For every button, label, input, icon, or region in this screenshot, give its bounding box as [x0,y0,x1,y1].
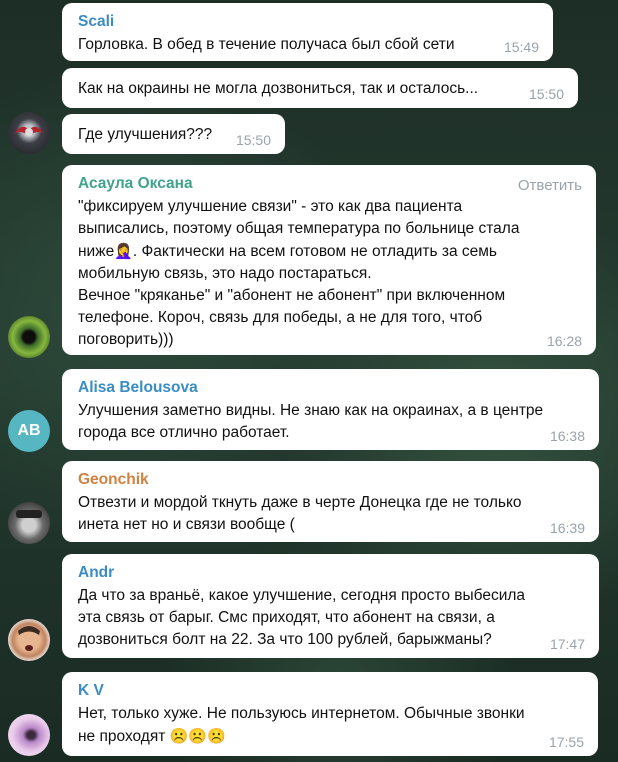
message-bubble[interactable]: Scali Горловка. В обед в течение получас… [62,3,553,61]
message-time: 15:50 [528,86,564,102]
message-time: 17:47 [549,636,585,652]
sender-name[interactable]: K V [78,681,583,701]
user-avatar[interactable] [8,619,50,661]
sad-face-emoji-icon: ☹️☹️☹️ [169,727,226,745]
message-text: Как на окраины не могла дозвониться, так… [78,80,479,97]
message-bubble[interactable]: Где улучшения??? 15:50 [62,114,285,154]
message-text: Горловка. В обед в течение получаса был … [78,36,455,53]
sender-name[interactable]: Alisa Belousova [78,378,584,398]
message-text: Отвезти и мордой ткнуть даже в черте Дон… [78,494,522,533]
message-text: Да что за враньё, какое улучшение, сегод… [78,587,526,648]
reply-button[interactable]: Ответить [518,175,582,197]
message-bubble[interactable]: K V Нет, только хуже. Не пользуюсь интер… [62,672,598,756]
message-text: Улучшения заметно видны. Не знаю как на … [78,402,544,441]
message-time: 16:39 [549,520,585,536]
user-avatar[interactable] [8,112,50,154]
message-text: Нет, только хуже. Не пользуюсь интернето… [78,705,525,745]
message-time: 16:28 [546,333,582,349]
user-avatar[interactable] [8,502,50,544]
user-avatar[interactable]: AB [8,410,50,452]
message-bubble[interactable]: Асаула Оксана Ответить "фиксируем улучше… [62,165,596,355]
sender-name[interactable]: Andr [78,563,584,583]
message-time: 16:38 [549,428,585,444]
sender-name[interactable]: Scali [78,12,538,32]
message-bubble[interactable]: Andr Да что за враньё, какое улучшение, … [62,554,599,658]
message-bubble[interactable]: Как на окраины не могла дозвониться, так… [62,68,578,108]
message-bubble[interactable]: Alisa Belousova Улучшения заметно видны.… [62,369,599,450]
message-time: 15:49 [503,39,539,55]
user-avatar[interactable] [8,714,50,756]
sender-name[interactable]: Geonchik [78,470,584,490]
message-time: 17:55 [548,734,584,750]
message-time: 15:50 [235,132,271,148]
facepalm-emoji-icon: 🤦‍♀️ [114,242,133,260]
user-avatar[interactable] [8,316,50,358]
message-text: "фиксируем улучшение связи" - это как дв… [78,198,520,348]
message-bubble[interactable]: Geonchik Отвезти и мордой ткнуть даже в … [62,461,599,542]
sender-name[interactable]: Асаула Оксана [78,174,581,194]
